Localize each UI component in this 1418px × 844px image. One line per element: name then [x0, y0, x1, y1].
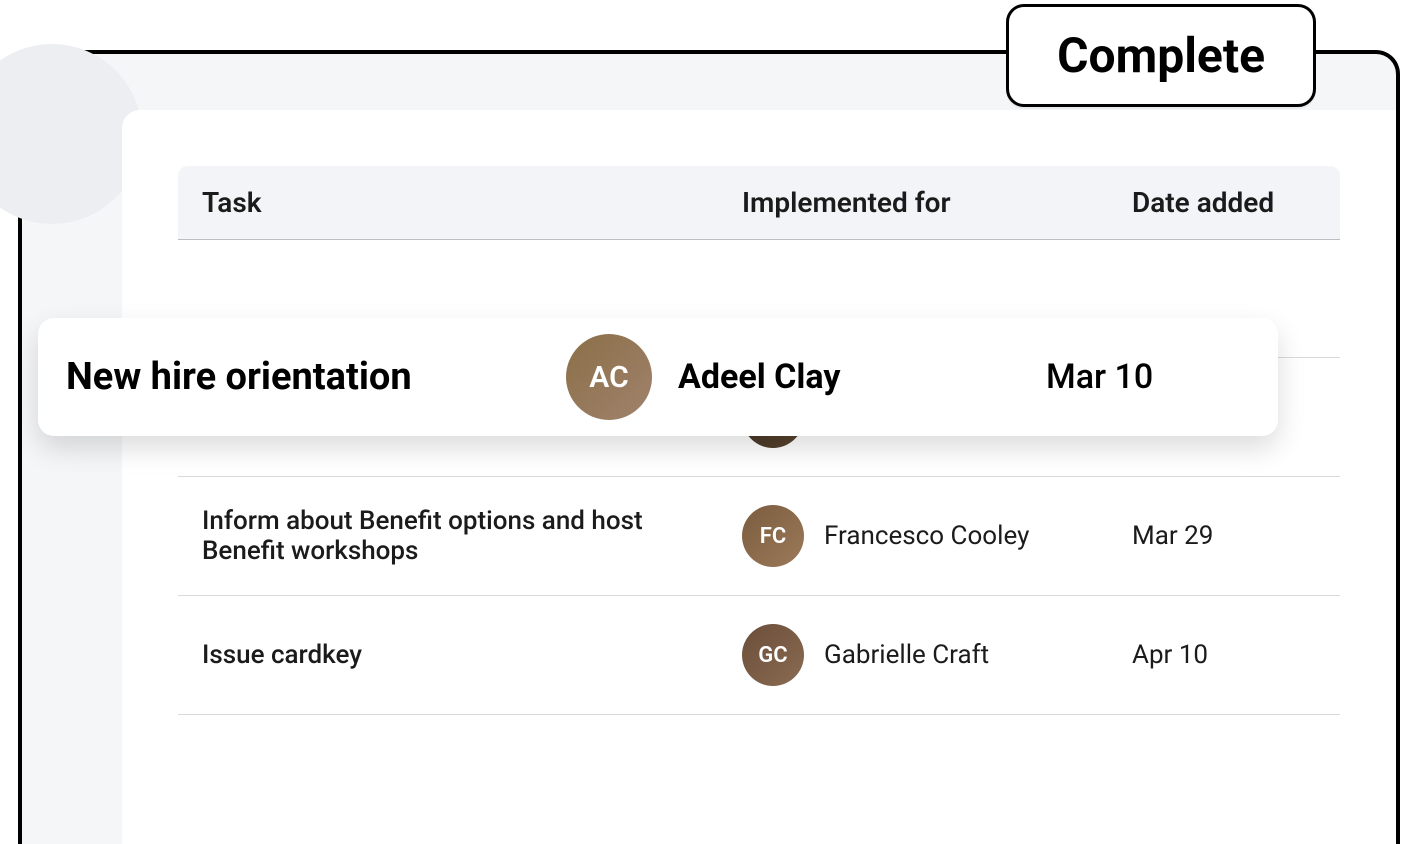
table-row[interactable]: Inform about Benefit options and host Be… — [178, 477, 1340, 596]
complete-badge[interactable]: Complete — [1006, 4, 1316, 107]
date-cell: Mar 29 — [1132, 521, 1316, 551]
table-header: Task Implemented for Date added — [178, 166, 1340, 240]
decorative-circle — [0, 44, 142, 224]
highlighted-task: New hire orientation — [66, 355, 566, 399]
highlighted-person-name: Adeel Clay — [678, 357, 840, 397]
highlighted-task-row[interactable]: New hire orientation AC Adeel Clay Mar 1… — [38, 318, 1278, 436]
avatar: FC — [742, 505, 804, 567]
person-name: Francesco Cooley — [824, 521, 1029, 551]
task-cell: Issue cardkey — [202, 640, 742, 670]
person-cell: GC Gabrielle Craft — [742, 624, 1132, 686]
complete-badge-label: Complete — [1057, 27, 1265, 84]
avatar: GC — [742, 624, 804, 686]
person-cell: FC Francesco Cooley — [742, 505, 1132, 567]
task-cell: Inform about Benefit options and host Be… — [202, 506, 742, 566]
person-name: Gabrielle Craft — [824, 640, 989, 670]
highlighted-person-cell: AC Adeel Clay — [566, 334, 1046, 420]
header-implemented-for: Implemented for — [742, 186, 1132, 219]
app-frame: Complete Task Implemented for Date added… — [18, 50, 1400, 844]
task-table-card: Task Implemented for Date added Gather e… — [122, 110, 1396, 844]
highlighted-date: Mar 10 — [1046, 357, 1250, 397]
table-row[interactable]: Issue cardkey GC Gabrielle Craft Apr 10 — [178, 596, 1340, 715]
avatar: AC — [566, 334, 652, 420]
header-task: Task — [202, 186, 742, 219]
header-date-added: Date added — [1132, 186, 1316, 219]
date-cell: Apr 10 — [1132, 640, 1316, 670]
